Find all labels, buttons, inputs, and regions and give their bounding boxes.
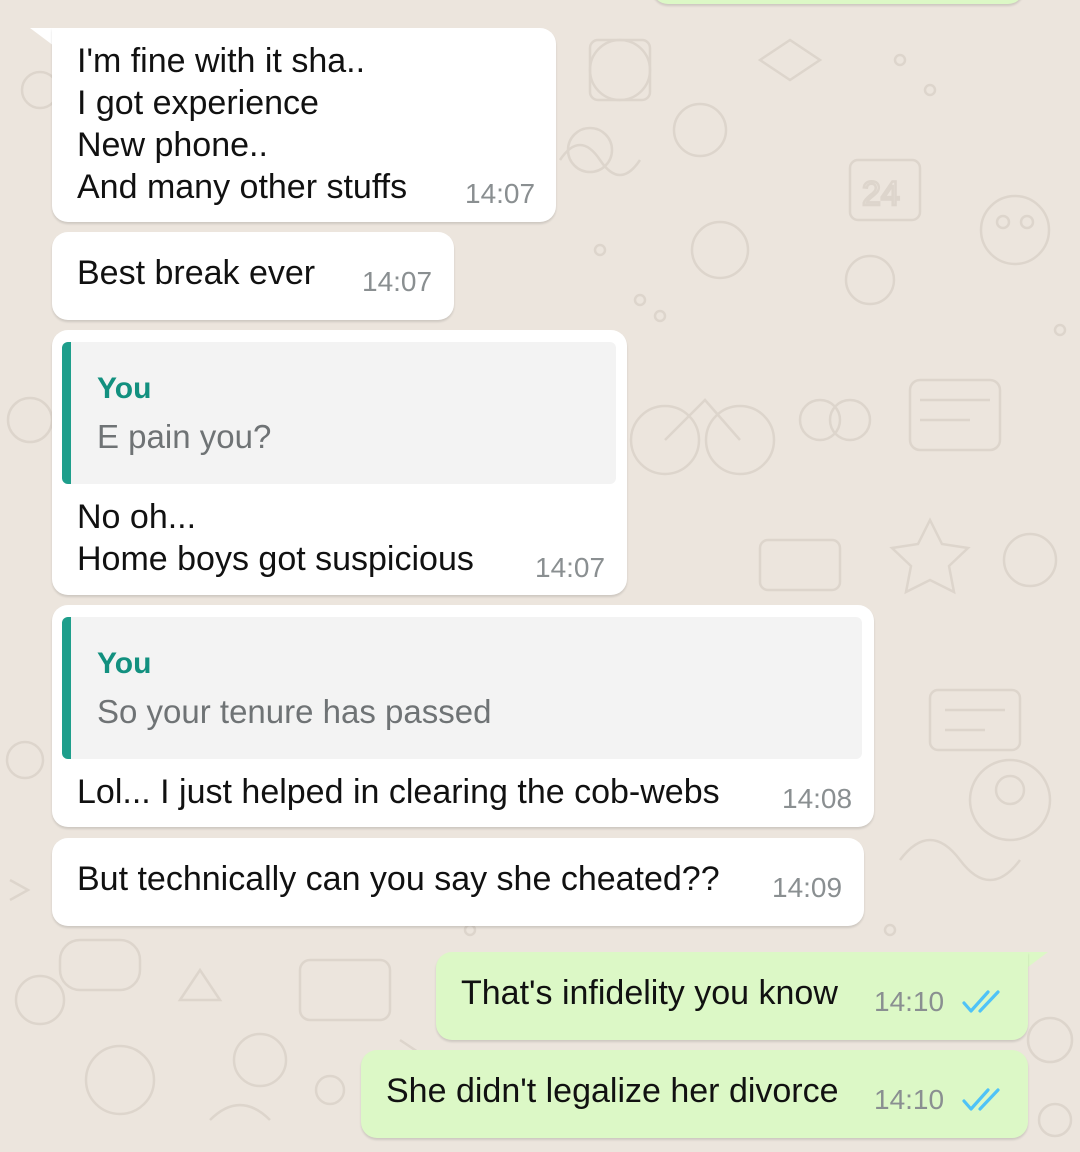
message-line: No oh...	[77, 498, 197, 536]
message-text: No oh... Home boys got suspicious	[77, 496, 474, 580]
quoted-author: You	[97, 372, 152, 405]
message-line: Home boys got suspicious	[77, 540, 474, 578]
message-timestamp: 14:07	[535, 552, 606, 583]
message-bubble-incoming[interactable]: I'm fine with it sha.. I got experience …	[52, 28, 556, 222]
message-bubble-outgoing[interactable]: She didn't legalize her divorce 14:10	[361, 1050, 1028, 1138]
message-bubble-incoming[interactable]: Best break ever 14:07	[52, 232, 454, 320]
message-line: Lol... I just helped in clearing the cob…	[77, 773, 720, 811]
message-bubble-incoming[interactable]: But technically can you say she cheated?…	[52, 838, 864, 926]
quoted-author: You	[97, 647, 152, 680]
message-bubble-outgoing[interactable]: That's infidelity you know 14:10	[436, 952, 1028, 1040]
message-text: Best break ever	[77, 252, 315, 294]
quoted-text: So your tenure has passed	[97, 693, 492, 730]
message-text: That's infidelity you know	[461, 972, 838, 1014]
message-text: She didn't legalize her divorce	[386, 1070, 839, 1112]
message-text: I'm fine with it sha.. I got experience …	[77, 40, 407, 208]
message-line: But technically can you say she cheated?…	[77, 860, 720, 898]
message-line: That's infidelity you know	[461, 974, 838, 1012]
previous-outgoing-bubble	[652, 0, 1024, 4]
message-line: I'm fine with it sha..	[77, 42, 366, 80]
message-bubble-incoming[interactable]: You E pain you? No oh... Home boys got s…	[52, 330, 627, 595]
message-timestamp: 14:09	[772, 872, 843, 903]
double-check-read-icon	[962, 990, 1000, 1013]
message-line: I got experience	[77, 84, 319, 122]
svg-text:24: 24	[862, 175, 900, 213]
message-bubble-incoming[interactable]: You So your tenure has passed Lol... I j…	[52, 605, 874, 827]
double-check-read-icon	[962, 1088, 1000, 1111]
message-line: Best break ever	[77, 254, 316, 292]
quoted-message[interactable]: You So your tenure has passed	[62, 617, 862, 759]
message-text: Lol... I just helped in clearing the cob…	[77, 771, 720, 813]
message-text: But technically can you say she cheated?…	[77, 858, 720, 900]
message-timestamp: 14:07	[362, 266, 433, 297]
message-line: And many other stuffs	[77, 168, 408, 206]
quoted-text: E pain you?	[97, 418, 272, 455]
message-line: She didn't legalize her divorce	[386, 1072, 839, 1110]
message-line: New phone..	[77, 126, 268, 164]
message-timestamp: 14:08	[782, 783, 853, 814]
message-timestamp: 14:07	[465, 178, 536, 209]
message-timestamp: 14:10	[874, 986, 945, 1017]
message-timestamp: 14:10	[874, 1084, 945, 1115]
quoted-message[interactable]: You E pain you?	[62, 342, 616, 484]
